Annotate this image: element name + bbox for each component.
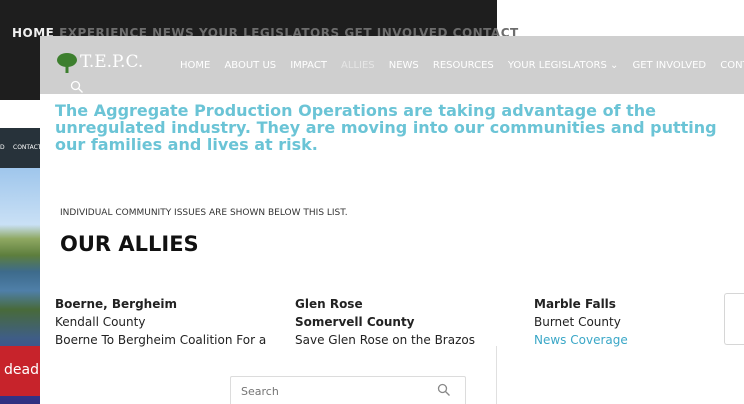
ally-location: Boerne, Bergheim <box>55 297 177 311</box>
ally-entry-boerne: Boerne, Bergheim Kendall County Boerne T… <box>55 295 266 349</box>
headline-line: unregulated industry. They are moving in… <box>55 118 717 137</box>
ally-entry-marble-falls: Marble Falls Burnet County News Coverage <box>534 295 628 349</box>
news-coverage-link[interactable]: News Coverage <box>534 331 628 349</box>
headline-line: our families and lives at risk. <box>55 135 318 154</box>
nav-news[interactable]: NEWS <box>389 60 419 71</box>
ally-county: Burnet County <box>534 315 621 329</box>
ally-county: Somervell County <box>295 315 415 329</box>
nav-impact[interactable]: IMPACT <box>290 60 327 71</box>
logo-text: T.E.P.C. <box>80 52 144 72</box>
site-search <box>230 376 466 404</box>
nav-get-involved[interactable]: GET INVOLVED <box>632 60 706 71</box>
main-browser-window: T.E.P.C. HOME ABOUT US IMPACT ALLIES NEW… <box>40 36 744 404</box>
ally-group: Boerne To Bergheim Coalition For a <box>55 333 267 347</box>
nav-contact[interactable]: CONTACT <box>720 60 744 71</box>
nav-resources[interactable]: RESOURCES <box>433 60 494 71</box>
issues-note: INDIVIDUAL COMMUNITY ISSUES ARE SHOWN BE… <box>60 208 348 218</box>
search-input[interactable] <box>241 385 421 398</box>
headline-line: The Aggregate Production Operations are … <box>55 101 656 120</box>
main-nav: HOME ABOUT US IMPACT ALLIES NEWS RESOURC… <box>180 53 744 72</box>
nav-about-us[interactable]: ABOUT US <box>224 60 276 71</box>
nav-your-legislators[interactable]: YOUR LEGISLATORS ⌄ <box>508 60 619 71</box>
ally-location: Glen Rose <box>295 297 363 311</box>
site-header: T.E.P.C. HOME ABOUT US IMPACT ALLIES NEW… <box>40 36 744 94</box>
ally-entry-glen-rose: Glen Rose Somervell County Save Glen Ros… <box>295 295 475 349</box>
ally-location: Marble Falls <box>534 297 616 311</box>
ally-group: Save Glen Rose on the Brazos <box>295 333 475 347</box>
allies-title: OUR ALLIES <box>60 232 199 256</box>
nav-allies[interactable]: ALLIES <box>341 60 375 71</box>
ally-county: Kendall County <box>55 315 146 329</box>
sidebar-divider <box>496 346 497 404</box>
search-icon[interactable] <box>437 383 451 397</box>
tree-icon <box>57 53 77 73</box>
page-headline: The Aggregate Production Operations are … <box>55 102 744 153</box>
nav-home[interactable]: HOME <box>180 60 210 71</box>
middle-nav-item[interactable]: D <box>0 144 5 151</box>
side-widget-tab[interactable] <box>724 293 744 345</box>
search-icon[interactable] <box>70 80 84 94</box>
